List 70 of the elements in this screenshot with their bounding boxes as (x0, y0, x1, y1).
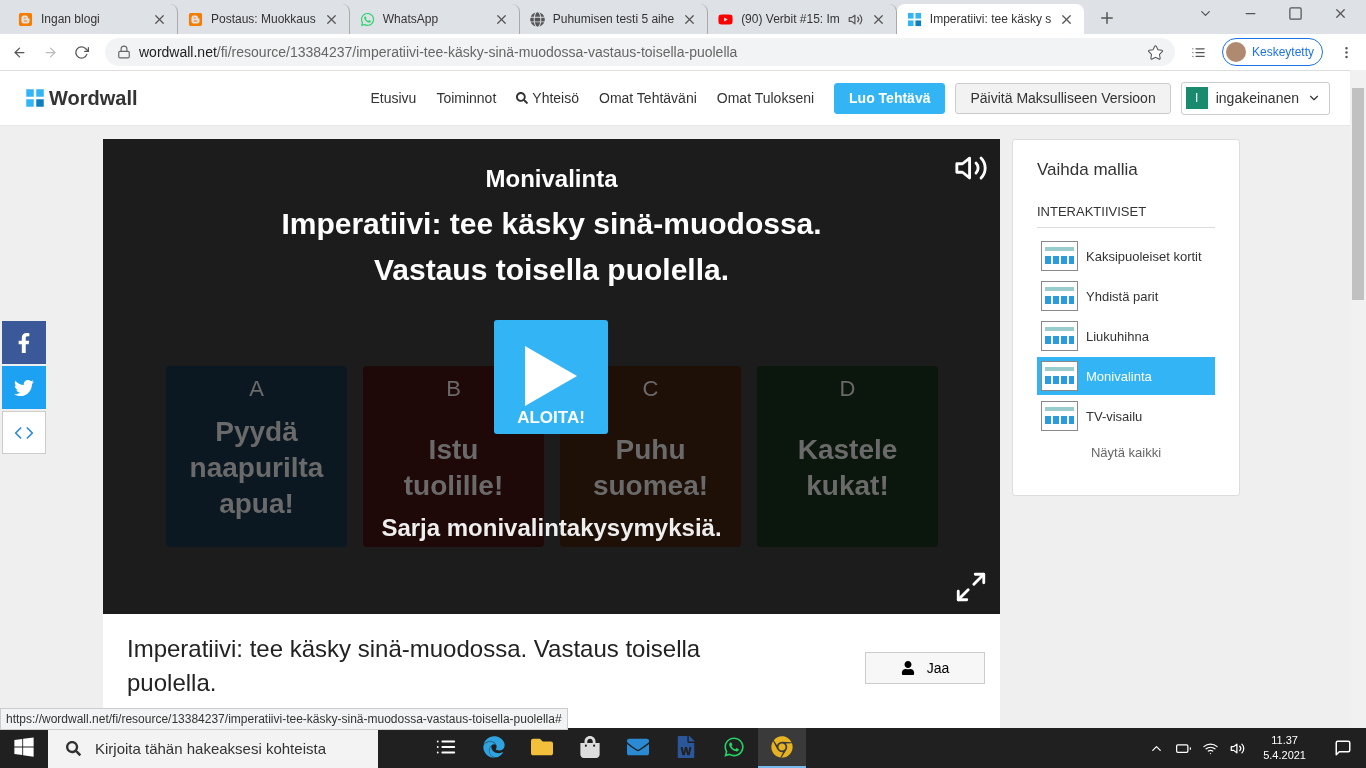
letter-b-icon (18, 11, 33, 27)
template-item[interactable]: Kaksipuoleiset kortit (1037, 237, 1215, 275)
tab-title: Puhumisen testi 5 aihe (552, 12, 675, 26)
section-label: INTERAKTIIVISET (1037, 204, 1215, 228)
answer-text: Kastele kukat! (796, 432, 899, 503)
reload-icon[interactable] (74, 44, 89, 60)
browser-tab[interactable]: Imperatiivi: tee käsky s (896, 4, 1085, 34)
answer-letter: C (642, 376, 659, 402)
share-button[interactable]: Jaa (865, 652, 985, 684)
fullscreen-icon[interactable] (954, 570, 988, 604)
answer-letter: D (839, 376, 856, 402)
nav-link[interactable]: Omat Tulokseni (716, 90, 815, 106)
nav-link[interactable]: Etusivu (370, 90, 417, 106)
globe-icon (529, 11, 545, 27)
bird-icon (14, 377, 34, 398)
template-thumbnail-icon (1041, 241, 1078, 271)
template-item[interactable]: TV-visailu (1037, 397, 1215, 435)
taskbar-search-field[interactable]: Kirjoita tähän hakeaksesi kohteista (48, 728, 378, 768)
tab-title: Ingan blogi (41, 12, 101, 26)
bird-button[interactable] (2, 366, 46, 409)
notifications-icon[interactable] (1334, 739, 1352, 757)
tab-title: Imperatiivi: tee käsky s (929, 12, 1052, 26)
tab-title: WhatsApp (382, 12, 440, 26)
game-title: Vastaus toisella puolella. (372, 252, 731, 288)
answer-letter: A (249, 376, 264, 402)
back-icon[interactable] (12, 44, 27, 60)
template-item[interactable]: Yhdistä parit (1037, 277, 1215, 315)
star-icon[interactable] (1147, 44, 1163, 60)
nav-button[interactable]: Päivitä Maksulliseen Versioon (955, 82, 1171, 114)
tab-title: Postaus: Muokkaus (211, 12, 316, 26)
game-title: Imperatiivi: tee käsky sinä-muodossa. (280, 206, 823, 242)
panel-heading: Vaihda mallia (1037, 160, 1139, 180)
letter-f-button[interactable] (2, 321, 46, 364)
nav-link[interactable]: Yhteisö (516, 90, 579, 106)
answer-letter: B (446, 376, 461, 402)
site-logo[interactable]: Wordwall (25, 86, 138, 110)
person-icon (900, 661, 915, 675)
wifi-icon[interactable] (1203, 740, 1219, 756)
nav-link[interactable]: Toiminnot (436, 90, 497, 106)
lock-icon (117, 45, 131, 59)
address-field[interactable]: wordwall.net/fi/resource/13384237/imperatiivi-tee-käsky-sinä-muodossa-vastaus-toisella-puolella (105, 38, 1175, 66)
user-menu[interactable]: I ingakeinanen (1180, 81, 1330, 115)
template-thumbnail-icon (1041, 321, 1078, 351)
restore-icon[interactable] (1288, 5, 1303, 21)
answer-text: Istu tuolille! (402, 432, 505, 503)
game-subtitle: Sarja monivalintakysymyksiä. (380, 514, 723, 542)
template-thumbnail-icon (1041, 281, 1078, 311)
scrollbar-thumb[interactable] (1352, 88, 1364, 300)
avatar-icon (1225, 42, 1246, 62)
search-icon (66, 740, 81, 756)
template-item[interactable]: Liukuhihna (1037, 317, 1215, 355)
circle-logo-icon[interactable] (758, 728, 806, 768)
grid-icon (906, 11, 922, 27)
game-type: Monivalinta (484, 165, 619, 193)
user-initial: I (1185, 87, 1208, 109)
play-icon (523, 344, 579, 408)
search-icon (516, 92, 529, 104)
answer-text: Pyydä naapurilta apua! (188, 414, 325, 521)
answer-text: Puhu suomea! (591, 432, 710, 503)
clock[interactable]: 11.37 5.4.2021 (1263, 733, 1306, 763)
template-thumbnail-icon (1041, 361, 1078, 391)
tab-title: (90) Verbit #15: Im (741, 12, 840, 26)
template-thumbnail-icon (1041, 401, 1078, 431)
chat-bubble-icon (359, 11, 375, 27)
resource-title: Imperatiivi: tee käsky sinä-muodossa. Vastaus toisella puolella. (127, 634, 702, 698)
embed-code-button[interactable] (2, 411, 46, 454)
nav-link[interactable]: Omat Tehtäväni (599, 90, 697, 106)
show-all-link[interactable]: Näytä kaikki (1037, 445, 1215, 460)
letter-b-icon (188, 11, 203, 27)
link-status-url: https://wordwall.net/fi/resource/13384237/imperatiivi-tee-käsky-sinä-muodossa-vastaus-toisella-puolella# (0, 708, 568, 730)
